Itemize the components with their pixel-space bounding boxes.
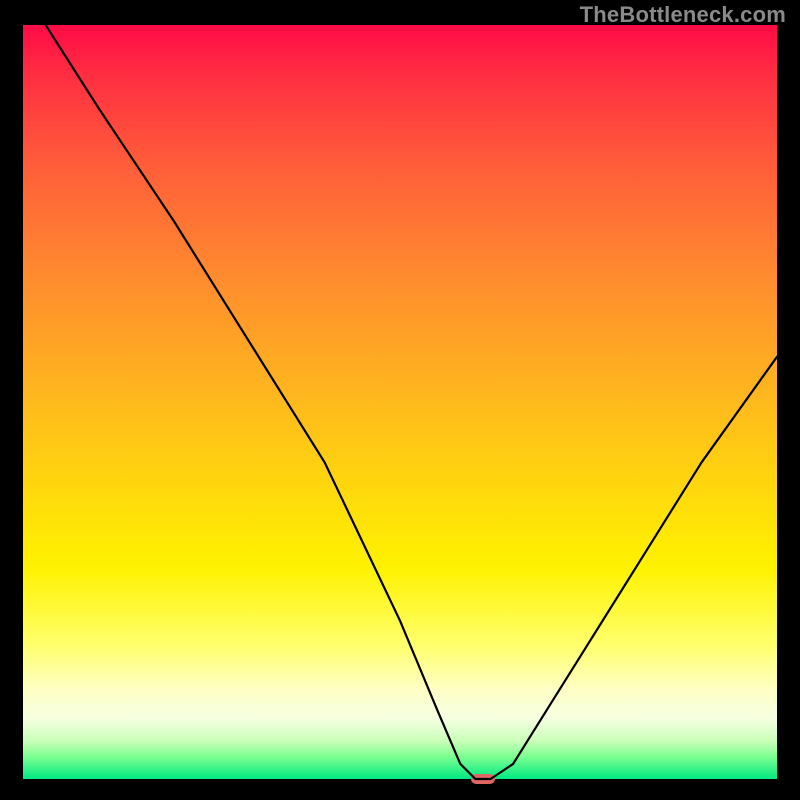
plot-area bbox=[23, 25, 777, 779]
chart-frame: TheBottleneck.com bbox=[0, 0, 800, 800]
curve-path bbox=[46, 25, 777, 779]
bottleneck-curve bbox=[23, 25, 777, 779]
